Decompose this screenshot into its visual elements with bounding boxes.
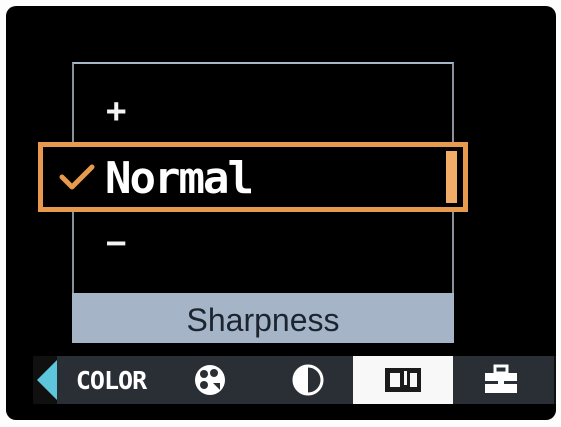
option-normal-label: Normal (105, 153, 254, 204)
camera-lcd-screen: + Normal − Sharpness COLOR (6, 6, 556, 420)
tab-setup[interactable] (461, 356, 541, 404)
checkmark-icon (59, 164, 95, 190)
option-minus[interactable]: − (106, 226, 126, 260)
palette-icon (195, 365, 225, 395)
sharpness-icon (385, 368, 421, 392)
menu-title: Sharpness (186, 301, 340, 338)
tab-color[interactable]: COLOR (63, 356, 159, 404)
option-normal-selected[interactable]: Normal (38, 142, 468, 212)
left-arrow-icon[interactable] (33, 358, 59, 402)
tab-contrast[interactable] (271, 356, 345, 404)
menu-title-bar: Sharpness (72, 293, 454, 343)
menu-tab-bar: COLOR (33, 356, 556, 404)
option-plus[interactable]: + (106, 94, 126, 128)
contrast-icon (292, 364, 324, 396)
toolbox-icon (485, 364, 517, 393)
tab-color-filter[interactable] (173, 356, 247, 404)
tab-sharpness[interactable] (353, 356, 453, 404)
tab-color-label: COLOR (75, 365, 147, 395)
